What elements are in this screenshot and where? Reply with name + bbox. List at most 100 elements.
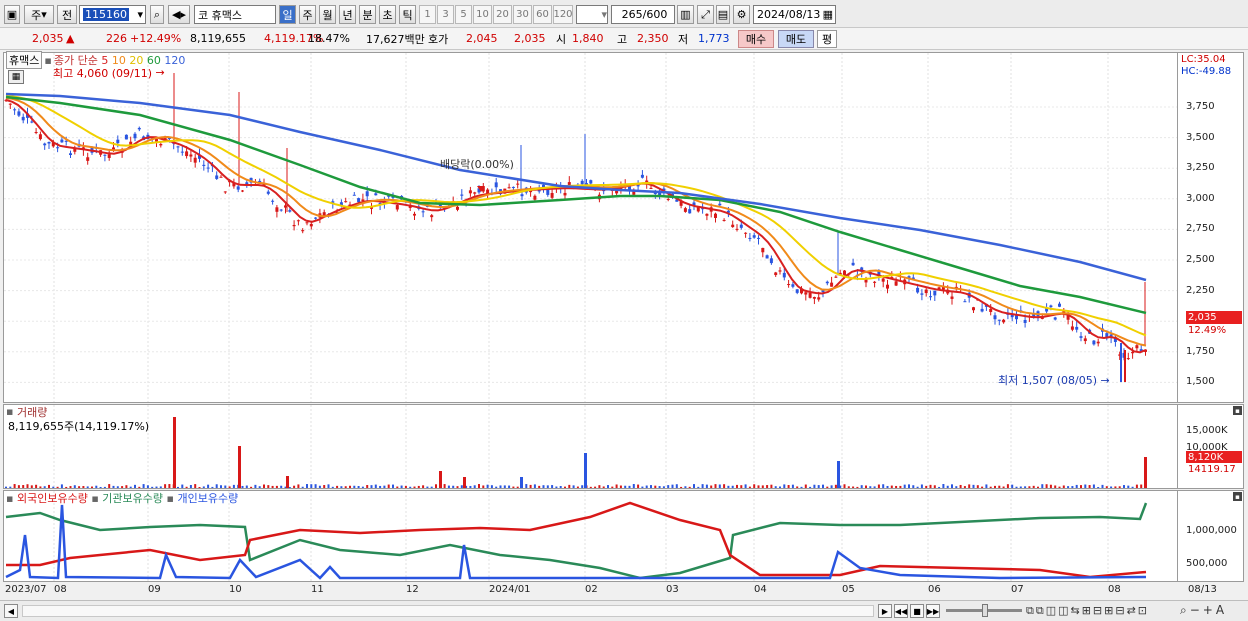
volume-bar <box>572 485 575 488</box>
volume-bar <box>1002 486 1005 488</box>
candle-body <box>507 187 511 189</box>
x-label: 10 <box>229 584 242 595</box>
scroll-right-icon[interactable]: ▶ <box>878 604 892 618</box>
volume-bar <box>52 486 55 488</box>
volume-bar <box>619 485 622 488</box>
candle-body <box>17 111 21 116</box>
volume-bar <box>559 486 562 488</box>
volume-bar <box>890 485 893 488</box>
view-tool-icons[interactable]: ⧉⧉◫◫⇆⊞⊟⊞⊟⇄⊡ <box>1026 603 1149 618</box>
candle-body <box>13 109 17 111</box>
x-label: 03 <box>666 584 679 595</box>
volume-bar <box>155 486 158 488</box>
volume-bar <box>1045 484 1048 488</box>
volume-bar <box>473 485 476 488</box>
volume-bar <box>1019 486 1022 488</box>
volume-bar <box>271 485 274 488</box>
candle-body <box>516 183 520 185</box>
panel-menu-icon[interactable]: ▪ <box>1233 492 1242 501</box>
volume-bar <box>1118 486 1121 488</box>
legend-square-icon: ▪ <box>44 53 52 67</box>
volume-bar <box>146 485 149 488</box>
legend-institution: 기관보유수량 <box>102 492 164 505</box>
candle-body <box>731 224 735 228</box>
candle-body <box>843 270 846 275</box>
stop-icon[interactable]: ■ <box>910 604 924 618</box>
volume-bar <box>387 484 390 488</box>
volume-spike <box>238 446 241 488</box>
candle-body <box>352 194 356 196</box>
volume-bar <box>215 484 218 488</box>
volume-bar <box>576 486 579 488</box>
volume-bar <box>194 484 197 488</box>
volume-bar <box>250 486 253 488</box>
legend-individual: 개인보유수량 <box>177 492 239 505</box>
volume-bar <box>344 486 347 488</box>
volume-bar <box>662 486 665 488</box>
lc-label: LC:35.04 <box>1181 53 1226 65</box>
volume-spike <box>837 461 840 488</box>
candle-body <box>589 180 593 184</box>
candle-body <box>374 193 378 196</box>
x-label: 08 <box>54 584 67 595</box>
volume-bar <box>482 485 485 488</box>
volume-bar <box>680 486 683 488</box>
rewind-icon[interactable]: ◀◀ <box>894 604 908 618</box>
volume-bar <box>456 486 459 488</box>
volume-bar <box>318 485 321 488</box>
volume-bar <box>1097 486 1100 488</box>
volume-bar <box>43 486 46 488</box>
volume-bar <box>361 486 364 488</box>
ma120-line <box>5 92 1147 282</box>
candle-body <box>705 213 709 216</box>
candle-body <box>275 207 279 212</box>
fast-forward-icon[interactable]: ▶▶ <box>926 604 940 618</box>
x-label: 05 <box>842 584 855 595</box>
volume-bar <box>138 486 141 488</box>
candle-body <box>271 200 275 202</box>
volume-bar <box>17 485 20 488</box>
zoom-slider-handle[interactable] <box>982 604 988 617</box>
volume-bar <box>1127 485 1130 488</box>
volume-bar <box>293 485 296 488</box>
volume-bar <box>1088 485 1091 488</box>
ma60-line <box>5 95 1147 315</box>
zoom-controls-icon[interactable]: ⌕−+A <box>1180 603 1227 618</box>
volume-bar <box>1067 486 1070 488</box>
candle-body <box>34 132 38 134</box>
candle-body <box>30 121 34 123</box>
candle-body <box>60 139 64 143</box>
volume-bar <box>447 485 450 488</box>
volume-bar <box>985 484 988 488</box>
candle-body <box>1058 303 1061 307</box>
volume-bar <box>693 484 695 488</box>
volume-bar <box>306 484 308 488</box>
volume-bar <box>650 485 652 488</box>
candle-body <box>894 281 898 286</box>
candle-body <box>744 232 748 234</box>
scroll-track[interactable] <box>22 605 874 617</box>
volume-bar <box>400 485 403 488</box>
table-icon[interactable]: ▦ <box>8 70 24 84</box>
volume-bar <box>275 485 278 488</box>
candle-body <box>972 307 975 311</box>
volume-bar <box>30 485 33 488</box>
candle-body <box>1096 341 1100 344</box>
volume-bar <box>705 484 708 488</box>
volume-bar <box>912 485 915 488</box>
current-pct-tag: 12.49% <box>1188 324 1227 336</box>
scroll-left-icon[interactable]: ◀ <box>4 604 18 618</box>
volume-bar <box>1028 486 1031 488</box>
volume-bar <box>65 486 68 488</box>
min-price-label: 최저 1,507 (08/05) → <box>998 373 1110 388</box>
candle-body <box>494 182 498 188</box>
volume-bar <box>409 486 412 488</box>
volume-bar <box>69 486 72 488</box>
candle-body <box>640 174 644 178</box>
volume-bar <box>860 485 863 488</box>
candle-body <box>344 201 348 203</box>
candle-body <box>817 297 821 300</box>
panel-menu-icon[interactable]: ▪ <box>1233 406 1242 415</box>
volume-bar <box>624 485 627 488</box>
x-label: 12 <box>406 584 419 595</box>
